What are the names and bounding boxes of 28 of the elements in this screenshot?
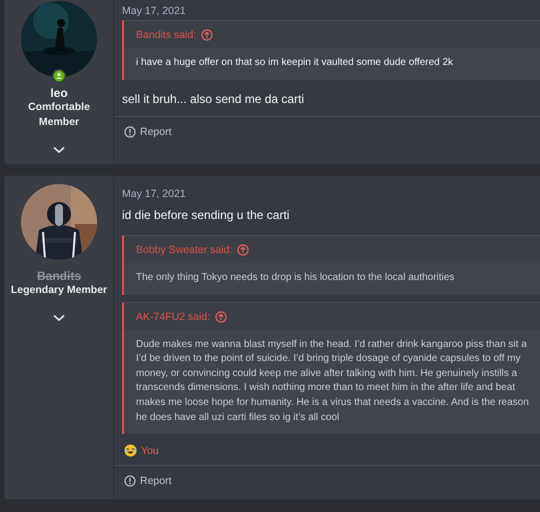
username[interactable]: Bandits — [36, 269, 81, 283]
arrow-up-circle-icon[interactable] — [201, 29, 214, 41]
quote-text: he does have all uzi carti files so ig it’s all cool — [136, 410, 340, 425]
report-button[interactable]: Report — [122, 124, 174, 140]
message-text: id die before sending u the carti — [122, 208, 290, 222]
post-date[interactable]: May 17, 2021 — [122, 5, 540, 17]
arrow-up-circle-icon[interactable] — [215, 310, 228, 323]
alert-icon — [124, 475, 136, 488]
user-title: Legendary Member — [10, 283, 108, 298]
user-title: Member — [38, 115, 80, 130]
quote-text: I’d be driven to the point of suicide. I’d bring triple dosage of cyanide capsules to off my — [136, 352, 522, 366]
arrow-up-circle-icon[interactable] — [237, 244, 250, 256]
post-date[interactable]: May 17, 2021 — [122, 188, 540, 200]
message-text: sell it bruh... also send me da carti — [122, 92, 306, 106]
username[interactable]: leo — [50, 86, 68, 100]
quote-text: makes me loose hope for humanity. He is a virus that needs a vaccine. And is the reason — [136, 396, 530, 410]
quote-text: i have a huge offer on that so im keepin it vaulted some dude offered 2k — [136, 56, 454, 70]
quote-text: transcends dimensions. I wish nothing more than to meet him in the after life and beat — [136, 381, 516, 396]
reaction-label[interactable]: You — [141, 444, 159, 457]
quote-text: Dude makes me wanna blast myself in the head. I’d rather drink kangaroo piss than sit a — [136, 338, 528, 352]
quote-text: money, or convincing could keep me alive after talking with him. He genuinely instills a — [136, 366, 518, 381]
laughing-emoji-icon — [124, 444, 137, 458]
user-title: Comfortable — [28, 100, 90, 115]
quote-text: The only thing Tokyo needs to drop is his location to the local authorities — [136, 271, 456, 285]
chevron-down-icon[interactable] — [53, 314, 65, 322]
alert-icon — [124, 126, 136, 138]
chevron-down-icon[interactable] — [53, 146, 65, 154]
report-button[interactable]: Report — [122, 473, 174, 490]
